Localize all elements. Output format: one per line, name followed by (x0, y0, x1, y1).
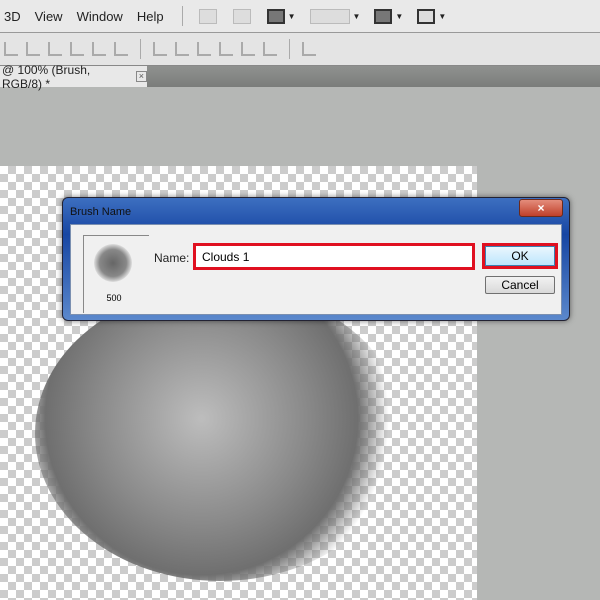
dialog-body: 500 Name: OK Cancel (70, 224, 562, 315)
name-label: Name: (154, 251, 190, 265)
screen-mode-icon[interactable] (417, 8, 436, 24)
cloud-brush-image (35, 286, 405, 581)
align-bottom-icon[interactable] (48, 42, 62, 56)
close-icon[interactable]: × (135, 71, 147, 82)
distribute-hcenter-icon[interactable] (241, 42, 255, 56)
distribute-right-icon[interactable] (263, 42, 277, 56)
document-tab-title: @ 100% (Brush, RGB/8) * (2, 62, 91, 91)
chevron-down-icon[interactable]: ▼ (438, 12, 446, 21)
auto-align-icon[interactable] (302, 42, 316, 56)
distribute-vcenter-icon[interactable] (175, 42, 189, 56)
distribute-top-icon[interactable] (153, 42, 167, 56)
options-bar (0, 33, 600, 66)
ok-highlight: OK (482, 243, 558, 269)
menu-view[interactable]: View (31, 9, 73, 24)
divider (181, 6, 183, 26)
document-tab[interactable]: @ 100% (Brush, RGB/8) * × (0, 63, 147, 91)
brush-preview: 500 (83, 235, 149, 313)
document-tab-bar: @ 100% (Brush, RGB/8) * × (0, 63, 600, 91)
align-right-icon[interactable] (114, 42, 128, 56)
launch-bridge-icon[interactable] (198, 8, 217, 24)
align-hcenter-icon[interactable] (92, 42, 106, 56)
menu-help[interactable]: Help (133, 9, 174, 24)
mini-bridge-icon[interactable] (232, 8, 251, 24)
menu-3d[interactable]: 3D (0, 9, 31, 24)
align-vcenter-icon[interactable] (26, 42, 40, 56)
menu-bar: 3D View Window Help ▼ ▼ ▼ ▼ (0, 0, 600, 33)
chevron-down-icon[interactable]: ▼ (395, 12, 403, 21)
view-extras-icon[interactable] (266, 8, 285, 24)
divider (289, 39, 290, 59)
align-left-icon[interactable] (70, 42, 84, 56)
distribute-bottom-icon[interactable] (197, 42, 211, 56)
align-top-icon[interactable] (4, 42, 18, 56)
cancel-button[interactable]: Cancel (485, 276, 555, 294)
close-button[interactable]: × (519, 199, 563, 217)
chevron-down-icon[interactable]: ▼ (353, 12, 361, 21)
dialog-title: Brush Name (70, 206, 132, 218)
zoom-level-icon[interactable] (309, 8, 350, 24)
name-input[interactable] (193, 243, 475, 270)
brush-thumbnail (94, 244, 132, 282)
brush-name-dialog: Brush Name × 500 Name: OK Cancel (62, 197, 570, 321)
brush-size: 500 (106, 293, 122, 303)
menu-window[interactable]: Window (73, 9, 133, 24)
arrange-documents-icon[interactable] (374, 8, 393, 24)
ok-button[interactable]: OK (485, 246, 555, 266)
chevron-down-icon[interactable]: ▼ (288, 12, 296, 21)
divider (140, 39, 141, 59)
distribute-left-icon[interactable] (219, 42, 233, 56)
